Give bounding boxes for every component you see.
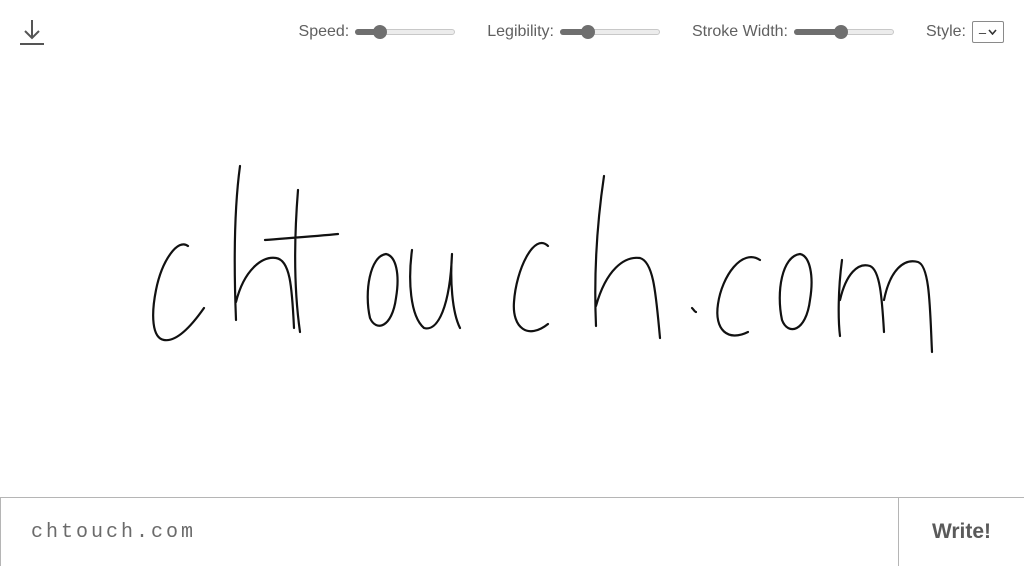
chevron-down-icon [988, 29, 997, 35]
text-input[interactable] [1, 498, 898, 566]
handwritten-letter-t [263, 188, 340, 334]
toolbar: Speed: Legibility: Stroke Width: Style: … [299, 20, 1004, 44]
style-select-value: – [978, 24, 987, 40]
stroke-width-label: Stroke Width: [691, 23, 788, 40]
handwriting-strokes [152, 164, 934, 354]
speed-control: Speed: [299, 23, 456, 41]
speed-label: Speed: [298, 23, 350, 40]
stroke-width-slider[interactable] [793, 25, 894, 39]
slider-thumb[interactable] [580, 25, 595, 39]
style-control: Style: – [926, 21, 1004, 43]
handwritten-letter-c [152, 243, 206, 342]
slider-thumb[interactable] [833, 25, 848, 39]
handwritten-letter-o [778, 252, 813, 331]
legibility-slider[interactable] [559, 25, 660, 39]
legibility-label: Legibility: [487, 23, 554, 40]
input-bar: Write! [0, 497, 1024, 566]
slider-thumb[interactable] [373, 25, 388, 39]
handwritten-period [690, 306, 698, 314]
download-button[interactable] [14, 14, 50, 50]
style-label: Style: [925, 23, 966, 40]
write-button[interactable]: Write! [898, 498, 1024, 566]
speed-slider[interactable] [355, 25, 456, 39]
handwritten-letter-m [837, 258, 934, 354]
handwritten-letter-h [594, 174, 662, 340]
handwriting-svg [152, 164, 934, 354]
handwritten-letter-o [366, 252, 399, 327]
handwritten-letter-h [233, 164, 296, 330]
style-select[interactable]: – [972, 21, 1004, 43]
download-icon [20, 20, 44, 45]
handwritten-letter-c [512, 242, 550, 333]
handwritten-letter-u [409, 248, 462, 330]
handwritten-letter-c [716, 256, 762, 337]
handwriting-canvas [0, 70, 1024, 490]
stroke-width-control: Stroke Width: [692, 23, 894, 41]
legibility-control: Legibility: [487, 23, 660, 41]
